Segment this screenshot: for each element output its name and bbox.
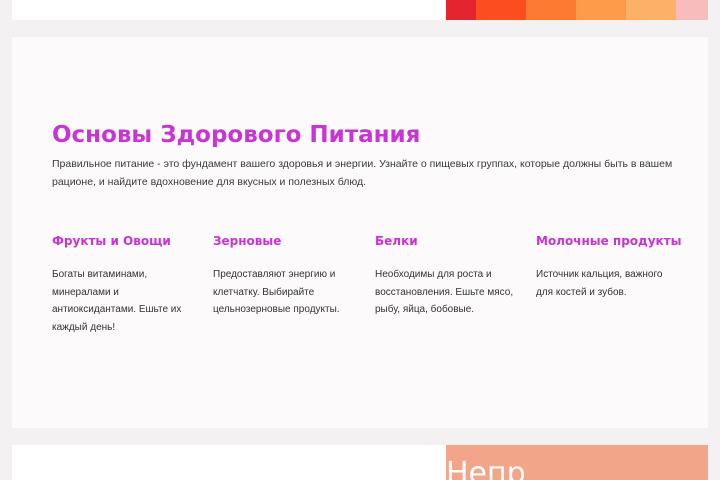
- food-group-title: Зерновые: [213, 234, 282, 248]
- food-group-description: Богаты витаминами, минералами и антиокси…: [52, 269, 182, 333]
- food-group-title: Молочные продукты: [536, 234, 682, 248]
- next-section-banner: Непр: [446, 445, 708, 480]
- food-group-description: Необходимы для роста и восстановления. Е…: [375, 269, 514, 315]
- food-group-description: Предоставляют энергию и клетчатку. Выбир…: [213, 269, 340, 315]
- palette-swatch: [476, 0, 526, 20]
- food-group-grains: Зерновые Предоставляют энергию и клетчат…: [213, 233, 358, 319]
- food-group-description: Источник кальция, важного для костей и з…: [536, 269, 663, 298]
- palette-swatch: [676, 0, 708, 20]
- food-group-fruits-vegetables: Фрукты и Овощи Богаты витаминами, минера…: [52, 233, 197, 336]
- page: Основы Здорового Питания Правильное пита…: [0, 0, 720, 480]
- food-group-proteins: Белки Необходимы для роста и восстановле…: [375, 233, 520, 319]
- palette-swatch: [526, 0, 576, 20]
- previous-section-card: [12, 0, 446, 20]
- palette-swatch: [446, 0, 476, 20]
- food-group-title: Фрукты и Овощи: [52, 234, 171, 248]
- section-intro: Правильное питание - это фундамент вашег…: [52, 158, 673, 188]
- section-title: Основы Здорового Питания: [52, 122, 421, 148]
- palette-swatch: [576, 0, 626, 20]
- food-group-dairy: Молочные продукты Источник кальция, важн…: [536, 233, 682, 301]
- palette-swatch: [626, 0, 676, 20]
- color-palette-strip: [446, 0, 708, 20]
- nutrition-basics-card: Основы Здорового Питания Правильное пита…: [12, 37, 708, 428]
- next-section-card: [12, 445, 446, 480]
- banner-heading: Непр: [446, 456, 526, 480]
- food-group-title: Белки: [375, 234, 418, 248]
